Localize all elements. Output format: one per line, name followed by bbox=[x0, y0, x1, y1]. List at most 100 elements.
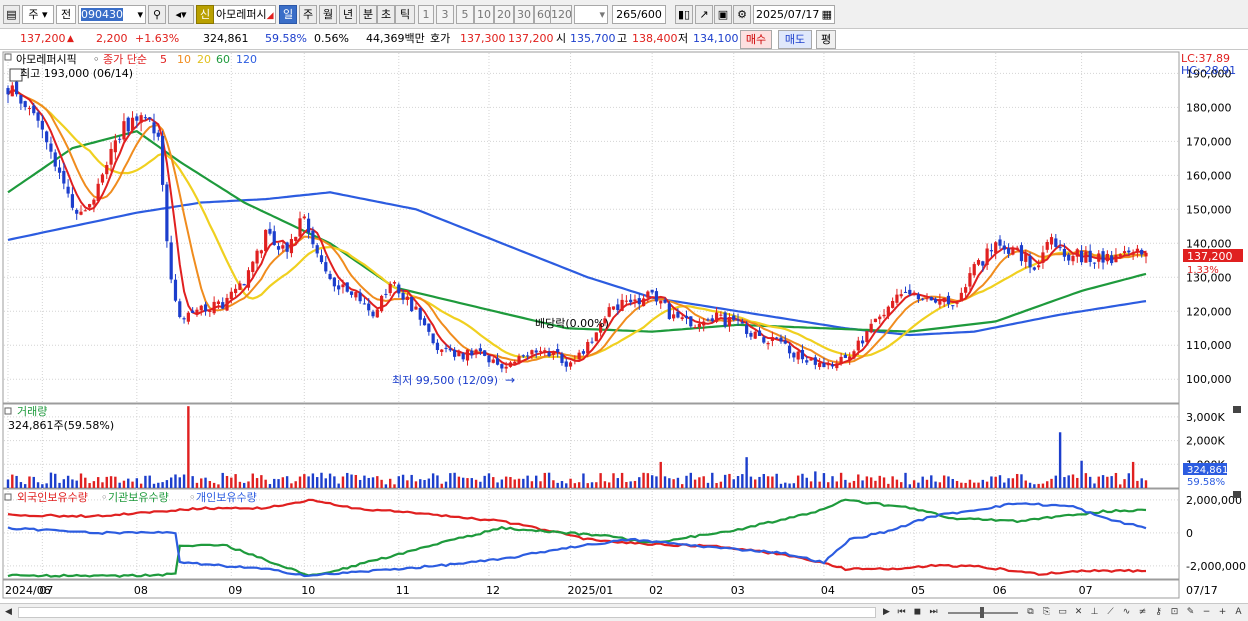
interval-custom-select[interactable]: ▾ bbox=[574, 5, 608, 24]
volume-panel-toggle-icon[interactable] bbox=[4, 407, 12, 415]
stop-button[interactable]: ◼ bbox=[911, 606, 924, 619]
candle-body bbox=[225, 297, 229, 311]
sell-button[interactable]: 매도 bbox=[778, 30, 812, 49]
volume-bar bbox=[1144, 480, 1148, 488]
candle-body bbox=[770, 337, 774, 341]
pen-icon[interactable]: ✎ bbox=[1184, 606, 1197, 619]
interval-10[interactable]: 10 bbox=[474, 5, 494, 24]
holdings-panel-toggle-icon[interactable] bbox=[4, 493, 12, 501]
volume-bar bbox=[539, 481, 542, 488]
candle-body bbox=[87, 204, 92, 208]
date-field[interactable]: 2025/07/17 ▦ bbox=[753, 5, 835, 24]
volume-bar bbox=[96, 477, 100, 488]
chart-area[interactable]: 2024/06 07 08 09 10 11 12 2025/01 02 03 04 05 06 07 07… bbox=[0, 51, 1248, 604]
avg-button[interactable]: 평 bbox=[816, 30, 836, 49]
volume-bar bbox=[169, 477, 173, 488]
candle-body bbox=[152, 122, 156, 134]
interval-10-label: 10 bbox=[477, 8, 491, 21]
window-menu-icon[interactable]: ▤ bbox=[3, 5, 20, 24]
tab-period-second[interactable]: 초 bbox=[377, 5, 395, 24]
wave-icon[interactable]: ∿ bbox=[1120, 606, 1133, 619]
interval-60-label: 60 bbox=[537, 8, 551, 21]
tab-period-minute[interactable]: 분 bbox=[359, 5, 377, 24]
count-field[interactable]: 265/600 bbox=[612, 5, 666, 24]
volume-bar bbox=[1106, 476, 1109, 488]
interval-1[interactable]: 1 bbox=[418, 5, 434, 24]
prev-label: 전 bbox=[60, 8, 72, 21]
zoom-in-button[interactable]: + bbox=[1216, 606, 1229, 619]
key-icon[interactable]: ⚷ bbox=[1152, 606, 1165, 619]
candle-body bbox=[830, 364, 835, 367]
volume-bar bbox=[977, 482, 980, 488]
candle-body bbox=[702, 321, 706, 326]
candle-body bbox=[684, 315, 689, 319]
speaker-icon[interactable]: ◂▾ bbox=[168, 5, 194, 24]
scroll-left-button[interactable]: ◀ bbox=[2, 606, 15, 619]
rewind-button[interactable]: ⏮ bbox=[895, 606, 908, 619]
volume-title: 거래량 bbox=[17, 405, 47, 418]
scroll-right-button[interactable]: ▶ bbox=[880, 606, 893, 619]
tab-period-month[interactable]: 월 bbox=[319, 5, 337, 24]
tab-period-day[interactable]: 일 bbox=[279, 5, 297, 24]
save-icon[interactable]: ▣ bbox=[714, 5, 732, 24]
chart-icon[interactable]: ⊡ bbox=[1168, 606, 1181, 619]
zoom-out-button[interactable]: − bbox=[1200, 606, 1213, 619]
text-tool-button[interactable]: A bbox=[1232, 606, 1245, 619]
volume-bar bbox=[818, 481, 821, 488]
chevron-down-icon: ▾ bbox=[599, 8, 605, 21]
panel-toggle-icon[interactable] bbox=[4, 53, 12, 61]
volume-bar bbox=[801, 473, 804, 488]
tab-period-year[interactable]: 년 bbox=[339, 5, 357, 24]
candle-body bbox=[358, 292, 362, 302]
prev-button[interactable]: 전 bbox=[56, 5, 76, 24]
horizontal-scrollbar[interactable] bbox=[18, 607, 876, 618]
candle-body bbox=[921, 298, 925, 300]
interval-120[interactable]: 120 bbox=[550, 5, 572, 24]
volume-bar bbox=[749, 476, 753, 488]
volume-bar bbox=[406, 480, 409, 488]
indicator-hc: HC:-28.91 bbox=[1181, 64, 1236, 77]
candle-body bbox=[659, 300, 663, 304]
crosshair-icon[interactable]: ⊥ bbox=[1088, 606, 1101, 619]
dropdown-icon: ▾ bbox=[137, 8, 143, 21]
copy-icon[interactable]: ⎘ bbox=[1040, 606, 1053, 619]
interval-20[interactable]: 20 bbox=[494, 5, 514, 24]
volume-bar bbox=[921, 476, 924, 488]
x-tick-label: 08 bbox=[134, 584, 148, 597]
volume-bar bbox=[217, 484, 220, 488]
period-year-label: 년 bbox=[342, 8, 354, 21]
fast-forward-button[interactable]: ⏭ bbox=[927, 606, 940, 619]
interval-30[interactable]: 30 bbox=[514, 5, 534, 24]
zoom-slider-handle[interactable] bbox=[980, 607, 984, 618]
volume-bar bbox=[341, 476, 345, 488]
volume-bar bbox=[895, 479, 899, 488]
multi-trend-icon[interactable]: ≠ bbox=[1136, 606, 1149, 619]
gear-icon[interactable]: ⚙ bbox=[733, 5, 751, 24]
window-icon[interactable]: ▭ bbox=[1056, 606, 1069, 619]
chart-svg[interactable]: 2024/0607 08 09 10 11 12 2025/01 02 03 04 05 06 07 07… bbox=[0, 51, 1248, 604]
volume-bar bbox=[161, 482, 164, 488]
stock-code-input[interactable]: 090430 ▾ bbox=[78, 5, 146, 24]
holdings-panel-close-icon[interactable] bbox=[1233, 491, 1241, 498]
search-icon[interactable]: ⚲ bbox=[148, 5, 166, 24]
layout-icon[interactable]: ⧉ bbox=[1024, 606, 1037, 619]
volume-bar bbox=[754, 479, 757, 488]
trend-icon[interactable]: ⟋ bbox=[1104, 606, 1117, 619]
candle-body bbox=[234, 288, 238, 294]
volume-panel-close-icon[interactable] bbox=[1233, 406, 1241, 413]
candle-type-icon[interactable]: ▮▯ bbox=[675, 5, 693, 24]
candle-body bbox=[92, 199, 96, 205]
interval-120-label: 120 bbox=[551, 8, 572, 21]
cross-icon[interactable]: ✕ bbox=[1072, 606, 1085, 619]
buy-button[interactable]: 매수 bbox=[740, 30, 772, 49]
interval-3[interactable]: 3 bbox=[436, 5, 454, 24]
interval-5[interactable]: 5 bbox=[456, 5, 474, 24]
volume-bar bbox=[711, 472, 714, 488]
candle-body bbox=[221, 302, 225, 309]
tab-period-tick[interactable]: 틱 bbox=[395, 5, 415, 24]
draw-tool-icon[interactable]: ↗ bbox=[695, 5, 713, 24]
tab-period-week[interactable]: 주 bbox=[299, 5, 317, 24]
period-select[interactable]: 주 ▾ bbox=[22, 5, 54, 24]
candle-body bbox=[109, 148, 113, 165]
volume-bar bbox=[401, 474, 405, 488]
